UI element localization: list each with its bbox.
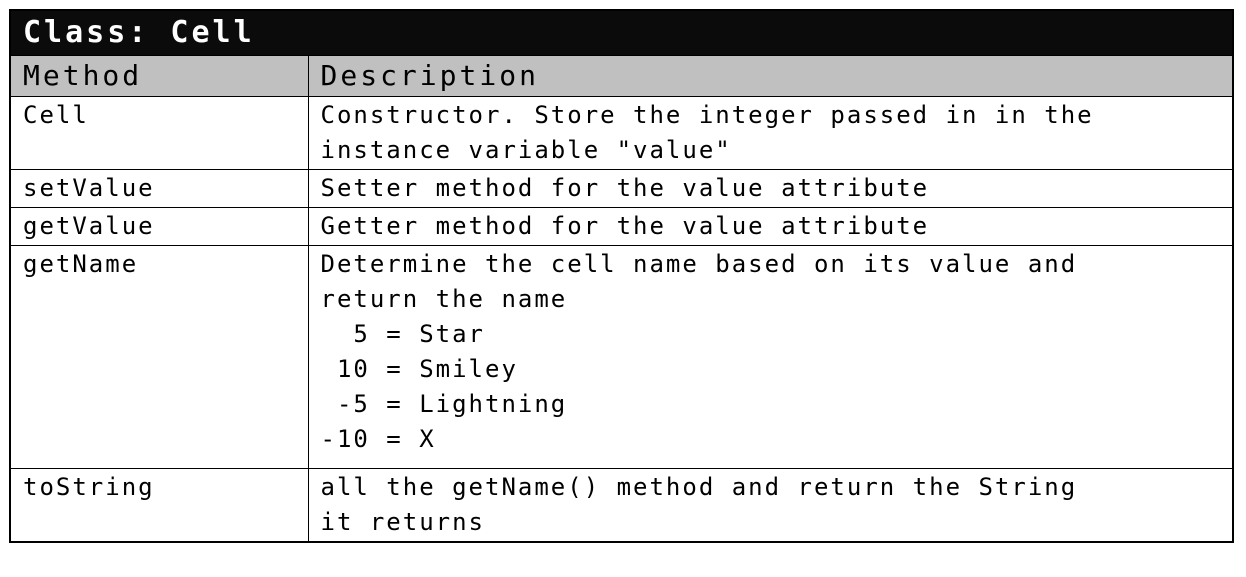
- table-title: Class: Cell: [9, 9, 1234, 56]
- class-method-table: Class: Cell Method Description Cell Cons…: [9, 9, 1234, 543]
- value-mapping-line: 10 = Smiley: [320, 355, 518, 383]
- method-description: Getter method for the value attribute: [307, 207, 1234, 246]
- method-description: Constructor. Store the integer passed in…: [307, 96, 1234, 170]
- description-line: Constructor. Store the integer passed in…: [320, 101, 1094, 129]
- table-header-row: Method Description: [9, 55, 1234, 97]
- description-line: all the getName() method and return the …: [320, 473, 1078, 501]
- description-line: Setter method for the value attribute: [320, 174, 930, 202]
- description-line: instance variable "value": [320, 136, 732, 164]
- value-mapping-line: -10 = X: [320, 425, 436, 453]
- table-row: getName Determine the cell name based on…: [9, 245, 1234, 469]
- description-line: return the name: [320, 285, 568, 313]
- value-mapping-line: 5 = Star: [320, 320, 485, 348]
- method-name: getValue: [9, 207, 309, 246]
- method-name: Cell: [9, 96, 309, 170]
- table-row: setValue Setter method for the value att…: [9, 169, 1234, 208]
- value-mapping-line: -5 = Lightning: [320, 390, 568, 418]
- table-title-row: Class: Cell: [9, 9, 1234, 56]
- column-header-description: Description: [307, 55, 1234, 97]
- method-name: getName: [9, 245, 309, 469]
- description-line: Determine the cell name based on its val…: [320, 250, 1078, 278]
- description-line: it returns: [320, 508, 485, 536]
- method-description: all the getName() method and return the …: [307, 468, 1234, 543]
- method-description: Determine the cell name based on its val…: [307, 245, 1234, 469]
- method-description: Setter method for the value attribute: [307, 169, 1234, 208]
- method-name: setValue: [9, 169, 309, 208]
- description-line: Getter method for the value attribute: [320, 212, 930, 240]
- column-header-method: Method: [9, 55, 309, 97]
- method-name: toString: [9, 468, 309, 543]
- table-row: toString all the getName() method and re…: [9, 468, 1234, 543]
- table-row: getValue Getter method for the value att…: [9, 207, 1234, 246]
- table-row: Cell Constructor. Store the integer pass…: [9, 96, 1234, 170]
